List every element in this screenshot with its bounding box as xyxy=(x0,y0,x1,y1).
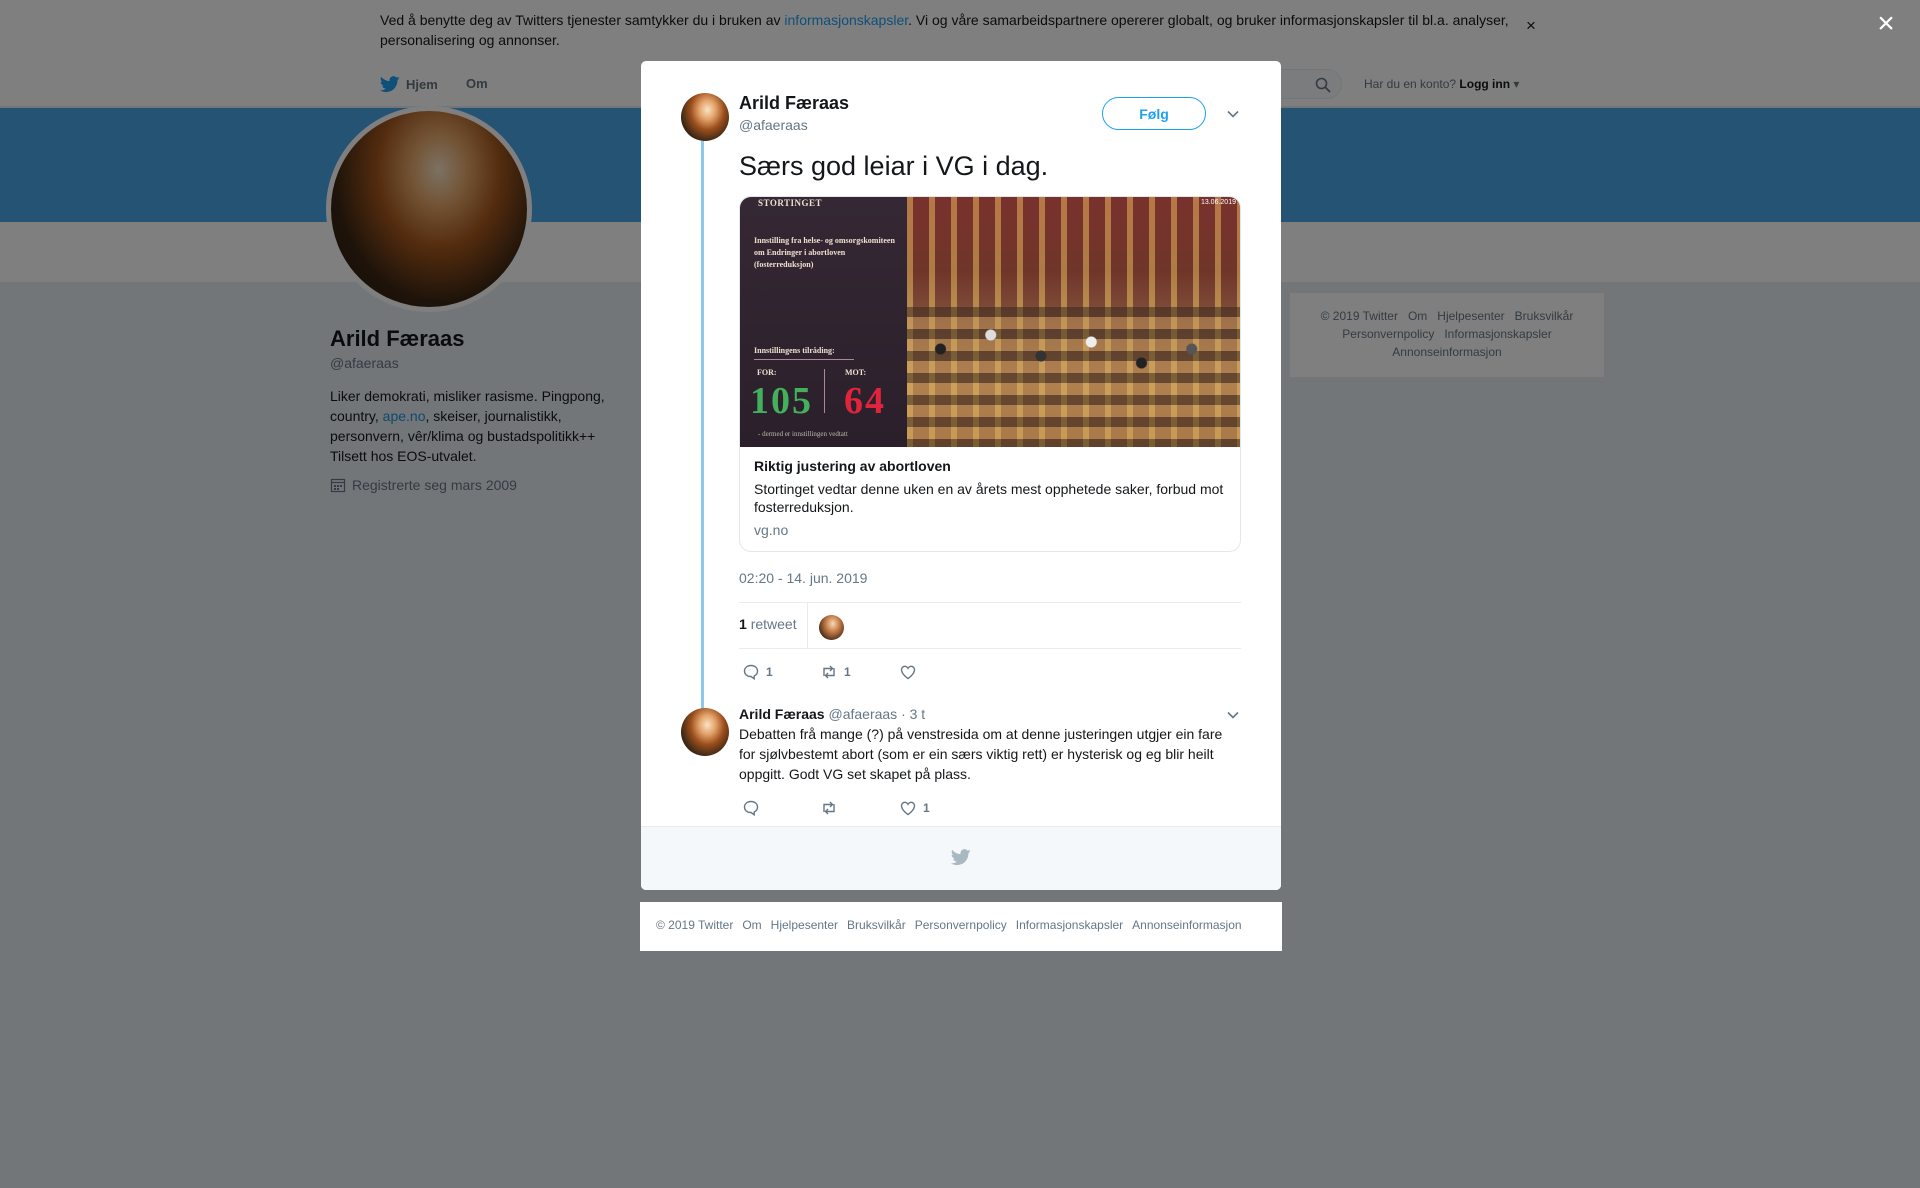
tweet-stats: 1 retweet xyxy=(739,602,1241,649)
footer-link[interactable]: Informasjonskapsler xyxy=(1016,918,1123,932)
tweet-text: Særs god leiar i VG i dag. xyxy=(739,151,1049,181)
card-title: Riktig justering av abortloven xyxy=(754,458,951,474)
chevron-down-icon[interactable] xyxy=(1226,708,1240,722)
retweet-icon xyxy=(823,665,835,679)
retweet-stat[interactable]: 1 retweet xyxy=(739,616,797,632)
reply-button[interactable] xyxy=(742,799,766,817)
tweet-permalink-modal: Arild Færaas @afaeraas Følg Særs god lei… xyxy=(641,61,1281,890)
reply-button[interactable]: 1 xyxy=(742,663,773,681)
card-image: STORTINGET Innstilling fra helse- og oms… xyxy=(740,197,1240,447)
card-brand: STORTINGET xyxy=(758,198,823,208)
like-count: 1 xyxy=(923,801,930,815)
modal-footer xyxy=(641,826,1281,890)
modal-page-footer: © 2019 Twitter Om Hjelpesenter Bruksvilkår P… xyxy=(640,902,1282,951)
footer-link[interactable]: © 2019 Twitter xyxy=(656,918,733,932)
footer-link[interactable]: Om xyxy=(742,918,761,932)
card-recommendation: Innstillingens tilråding: xyxy=(754,346,835,355)
reply-icon xyxy=(743,664,759,681)
tweet-author-handle[interactable]: @afaeraas xyxy=(739,117,808,133)
card-footnote: - dermed er innstillingen vedtatt xyxy=(758,430,848,438)
like-button[interactable]: 1 xyxy=(899,799,930,817)
like-button[interactable] xyxy=(899,663,923,681)
card-domain: vg.no xyxy=(754,522,789,538)
reply-header: Arild Færaas @afaeraas · 3 t xyxy=(739,706,925,722)
against-label: MOT: xyxy=(845,368,867,377)
chevron-down-icon[interactable] xyxy=(1226,107,1240,121)
retweet-icon xyxy=(823,801,835,815)
retweet-count: 1 xyxy=(844,665,851,679)
twitter-bird-icon xyxy=(951,849,971,866)
retweeter-avatar[interactable] xyxy=(819,615,844,640)
close-modal-icon[interactable]: × xyxy=(1874,9,1898,39)
footer-link[interactable]: Personvernpolicy xyxy=(915,918,1007,932)
vote-result-graphic: STORTINGET Innstilling fra helse- og oms… xyxy=(740,197,907,447)
reply-time[interactable]: · 3 t xyxy=(901,706,925,722)
retweet-button[interactable] xyxy=(820,799,844,817)
reply-text: Debatten frå mange (?) på venstresida om… xyxy=(739,726,1223,782)
reply-count: 1 xyxy=(766,665,773,679)
against-value: 64 xyxy=(844,380,886,422)
retweet-button[interactable]: 1 xyxy=(820,663,851,681)
reply-author-handle[interactable]: @afaeraas xyxy=(828,706,897,722)
card-info: Riktig justering av abortloven Stortinge… xyxy=(740,447,1240,551)
link-card[interactable]: STORTINGET Innstilling fra helse- og oms… xyxy=(739,196,1241,552)
card-date: 13.06.2019 xyxy=(1200,199,1236,206)
tweet-timestamp[interactable]: 02:20 - 14. jun. 2019 xyxy=(739,570,867,586)
reply-author-avatar[interactable] xyxy=(681,708,729,756)
footer-link[interactable]: Hjelpesenter xyxy=(771,918,838,932)
follow-button[interactable]: Følg xyxy=(1102,97,1206,130)
footer-link[interactable]: Annonseinformasjon xyxy=(1132,918,1241,932)
parliament-photo: 13.06.2019 xyxy=(907,197,1240,447)
tweet-author-avatar[interactable] xyxy=(681,93,729,141)
reply-author-name[interactable]: Arild Færaas xyxy=(739,706,825,722)
tweet-author-name[interactable]: Arild Færaas xyxy=(739,93,849,114)
card-description: Stortinget vedtar denne uken en av årets… xyxy=(754,481,1224,515)
footer-link[interactable]: Bruksvilkår xyxy=(847,918,906,932)
heart-icon xyxy=(900,801,916,816)
reply-icon xyxy=(743,800,759,817)
thread-connector xyxy=(701,141,704,711)
card-heading: Innstilling fra helse- og omsorgskomitee… xyxy=(754,236,895,269)
for-value: 105 xyxy=(750,380,813,422)
for-label: FOR: xyxy=(757,368,777,377)
heart-icon xyxy=(900,665,916,680)
